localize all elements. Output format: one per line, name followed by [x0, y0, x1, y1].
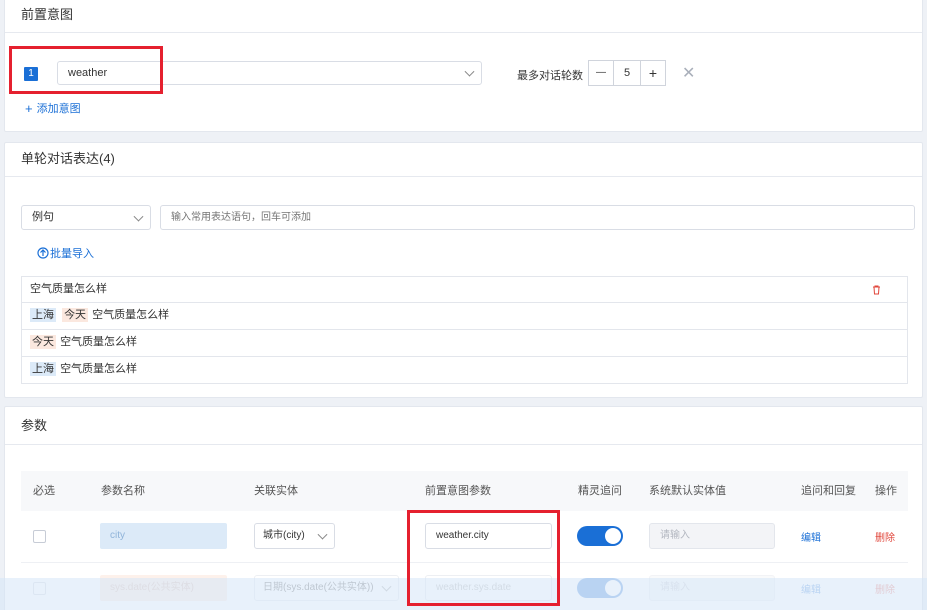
col-followup-reply: 追问和回复 [801, 485, 856, 497]
entity-tag: 上海 [30, 362, 56, 376]
single-turn-title: 单轮对话表达(4) [5, 143, 922, 177]
upload-icon [37, 247, 49, 259]
required-checkbox[interactable] [33, 530, 46, 543]
add-intent-label: 添加意图 [36, 103, 81, 115]
trash-icon[interactable] [872, 285, 881, 295]
col-required: 必选 [33, 485, 55, 497]
col-smart-followup: 精灵追问 [578, 485, 622, 497]
edit-link[interactable]: 编辑 [801, 529, 821, 544]
chevron-down-icon [133, 211, 144, 222]
col-actions: 操作 [875, 485, 897, 497]
intent-index-badge: 1 [24, 67, 38, 81]
delete-link[interactable]: 删除 [875, 581, 895, 596]
entity-select[interactable]: 日期(sys.date(公共实体)) [254, 575, 399, 601]
chevron-down-icon [381, 581, 392, 592]
expression-type-value: 例句 [32, 211, 54, 223]
single-turn-panel: 单轮对话表达(4) 例句 批量导入 空气质量怎么样 上海 今天 空气质量怎么样 … [4, 142, 923, 398]
entity-select[interactable]: 城市(city) [254, 523, 335, 549]
entity-value: 日期(sys.date(公共实体)) [263, 582, 374, 593]
pre-intent-title: 前置意图 [5, 0, 922, 33]
max-turns-stepper[interactable]: — 5 + [588, 60, 668, 86]
intent-select[interactable]: weather [57, 61, 482, 85]
col-entity: 关联实体 [254, 485, 298, 497]
col-name: 参数名称 [101, 485, 145, 497]
bulk-import-link[interactable]: 批量导入 [37, 245, 94, 261]
col-default-value: 系统默认实体值 [649, 485, 726, 497]
entity-value: 城市(city) [263, 530, 305, 541]
smart-followup-toggle[interactable] [577, 578, 623, 598]
remove-intent-icon[interactable]: ✕ [682, 63, 695, 83]
expression-text: 空气质量怎么样 [60, 336, 138, 348]
col-pre-intent-param: 前置意图参数 [425, 485, 491, 497]
chevron-down-icon [464, 66, 475, 77]
default-value-input[interactable]: 请输入 [649, 575, 775, 601]
toggle-knob [605, 528, 621, 544]
expression-row[interactable]: 空气质量怎么样 [21, 276, 908, 303]
params-title: 参数 [5, 407, 922, 445]
edit-link[interactable]: 编辑 [801, 581, 821, 596]
toggle-knob [605, 580, 621, 596]
bulk-import-label: 批量导入 [50, 248, 94, 260]
params-table-header: 必选 参数名称 关联实体 前置意图参数 精灵追问 系统默认实体值 追问和回复 操… [21, 471, 908, 511]
expression-row[interactable]: 上海 空气质量怎么样 [21, 357, 908, 384]
param-name-chip[interactable]: sys.date(公共实体) [100, 575, 227, 601]
expression-text: 空气质量怎么样 [30, 283, 107, 295]
default-value-input[interactable]: 请输入 [649, 523, 775, 549]
param-name-chip[interactable]: city [100, 523, 227, 549]
expression-row[interactable]: 今天 空气质量怎么样 [21, 330, 908, 357]
entity-tag: 今天 [30, 335, 56, 349]
expression-row[interactable]: 上海 今天 空气质量怎么样 [21, 303, 908, 330]
intent-select-value: weather [68, 67, 108, 79]
expression-type-select[interactable]: 例句 [21, 205, 151, 230]
params-panel: 参数 必选 参数名称 关联实体 前置意图参数 精灵追问 系统默认实体值 追问和回… [4, 406, 923, 610]
pre-intent-param-field[interactable]: weather.city [425, 523, 552, 549]
increment-button[interactable]: + [640, 60, 666, 86]
max-turns-value[interactable]: 5 [614, 60, 640, 86]
add-intent-link[interactable]: + 添加意图 [25, 100, 81, 116]
chevron-down-icon [317, 529, 328, 540]
table-row: city 城市(city) weather.city 请输入 编辑 删除 [21, 511, 908, 563]
table-row: sys.date(公共实体) 日期(sys.date(公共实体)) weathe… [21, 563, 908, 610]
expression-text: 空气质量怎么样 [60, 363, 138, 375]
plus-icon: + [25, 100, 33, 116]
max-turns-label: 最多对话轮数 [517, 70, 583, 82]
entity-tag: 上海 [30, 308, 56, 322]
expression-input[interactable] [160, 205, 915, 230]
required-checkbox[interactable] [33, 582, 46, 595]
delete-link[interactable]: 删除 [875, 529, 895, 544]
pre-intent-panel: 前置意图 1 weather 最多对话轮数 — 5 + ✕ + 添加意图 [4, 0, 923, 132]
decrement-button[interactable]: — [588, 60, 614, 86]
pre-intent-param-field[interactable]: weather.sys.date [425, 575, 552, 601]
smart-followup-toggle[interactable] [577, 526, 623, 546]
expression-text: 空气质量怎么样 [92, 309, 170, 321]
entity-tag: 今天 [62, 308, 89, 322]
